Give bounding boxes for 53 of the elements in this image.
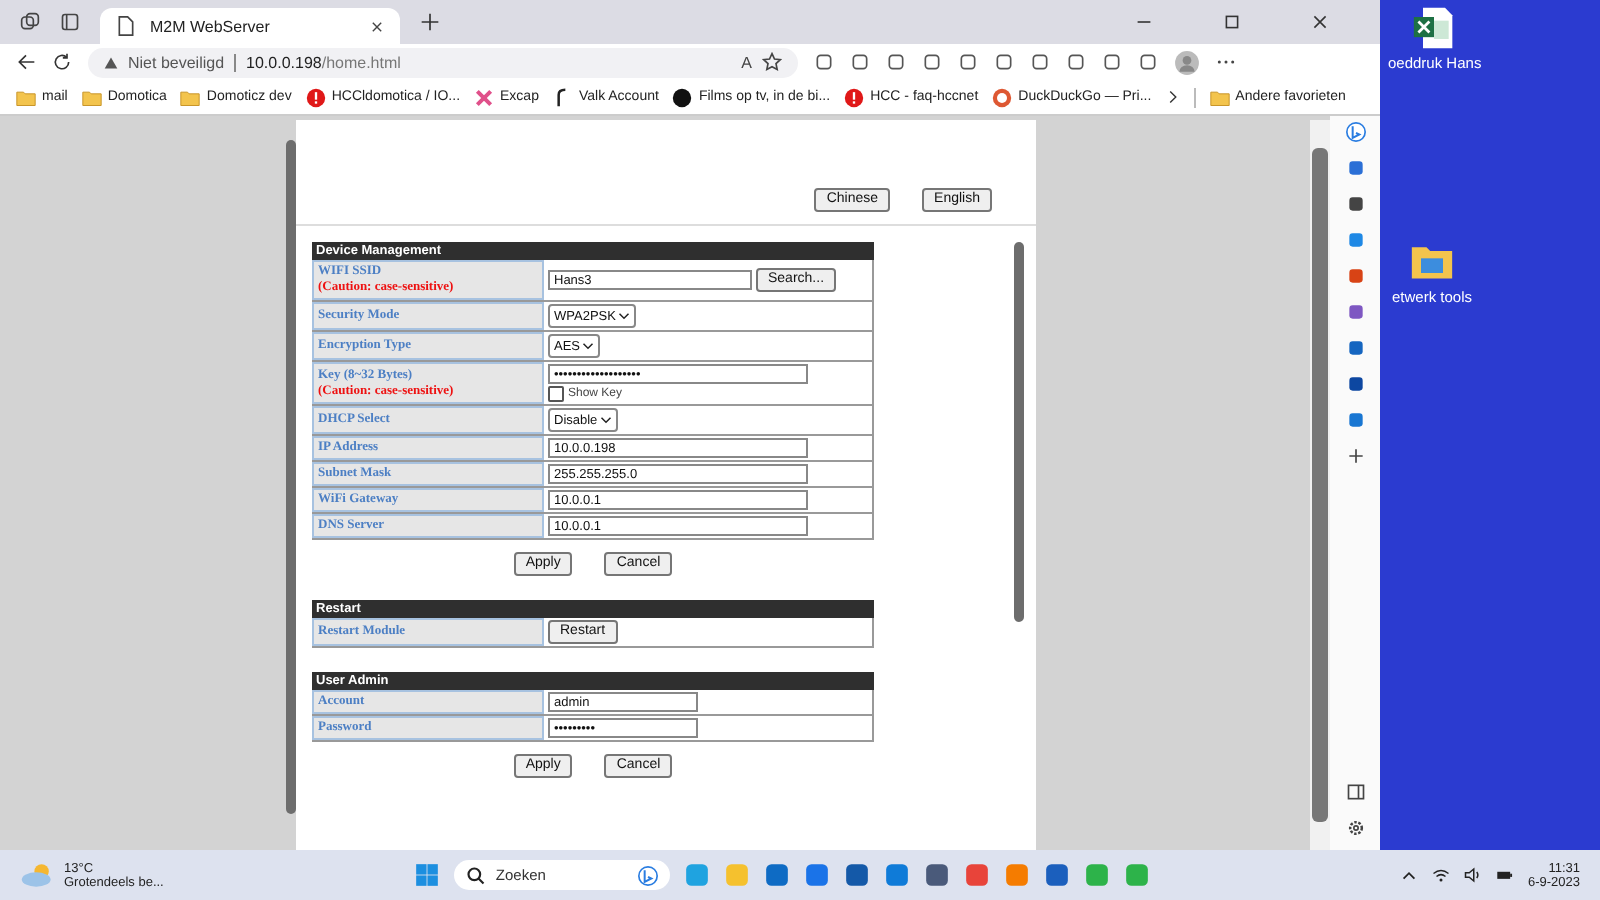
- battery-icon[interactable]: [1495, 866, 1514, 884]
- tab-title: M2M WebServer: [150, 17, 272, 35]
- taskbar-app-icon[interactable]: [763, 862, 790, 888]
- close-icon[interactable]: [370, 19, 384, 33]
- scrollbar[interactable]: [1310, 120, 1330, 850]
- warning-icon: [104, 55, 118, 69]
- cloud-icon: [20, 862, 56, 888]
- start-icon[interactable]: [413, 862, 440, 888]
- folder-icon: [180, 87, 201, 107]
- caret-icon: [599, 416, 612, 424]
- circle-icon: [672, 87, 693, 107]
- settings-icon[interactable]: [1345, 818, 1365, 838]
- address-bar[interactable]: Niet beveiligd 10.0.0.198/home.html A: [88, 47, 798, 77]
- url-text: 10.0.0.198/home.html: [246, 53, 401, 71]
- browser-tab[interactable]: M2M WebServer: [100, 8, 400, 44]
- scrollbar[interactable]: [286, 140, 296, 814]
- bing-icon[interactable]: [1345, 122, 1365, 142]
- refresh-icon[interactable]: [52, 52, 72, 72]
- read-aloud-button[interactable]: A: [741, 53, 752, 71]
- speaker-icon[interactable]: [1463, 866, 1482, 884]
- tab-actions-icon[interactable]: [60, 12, 80, 32]
- folder-icon: [16, 87, 36, 107]
- taskbar-app-icon[interactable]: [843, 862, 870, 888]
- close-icon[interactable]: [1312, 14, 1328, 30]
- bing-icon: [637, 865, 658, 885]
- caret-icon: [617, 312, 630, 320]
- caret-icon: [582, 342, 595, 350]
- chevron-right-icon[interactable]: [1165, 90, 1180, 104]
- taskbar-app-icon[interactable]: [883, 862, 910, 888]
- taskbar-app-icon[interactable]: [923, 862, 950, 888]
- page-icon: [116, 16, 136, 36]
- checkbox[interactable]: [548, 386, 564, 402]
- security-label: Niet beveiligd: [128, 53, 225, 71]
- wifi-icon[interactable]: [1431, 866, 1450, 884]
- taskbar-app-icon[interactable]: [963, 862, 990, 888]
- profile-icon[interactable]: [1174, 49, 1200, 75]
- chevron-up-icon[interactable]: [1399, 866, 1418, 884]
- alert-icon: [305, 87, 326, 107]
- taskbar-app-icon[interactable]: [803, 862, 830, 888]
- scrollbar[interactable]: [1014, 242, 1024, 622]
- workspaces-icon[interactable]: [20, 12, 40, 32]
- folder-icon: [81, 87, 102, 107]
- sidebar-toggle-icon[interactable]: [1345, 782, 1365, 802]
- duck-icon: [992, 87, 1013, 107]
- folder-icon: [1209, 87, 1230, 107]
- taskbar-app-icon[interactable]: [1043, 862, 1070, 888]
- spreadsheet-icon: [1412, 6, 1457, 50]
- new-tab-icon[interactable]: [420, 12, 440, 32]
- cross-icon: [474, 87, 495, 107]
- back-icon[interactable]: [16, 52, 36, 72]
- maximize-icon[interactable]: [1224, 14, 1240, 30]
- alert-icon: [844, 87, 865, 107]
- search-icon: [465, 865, 486, 885]
